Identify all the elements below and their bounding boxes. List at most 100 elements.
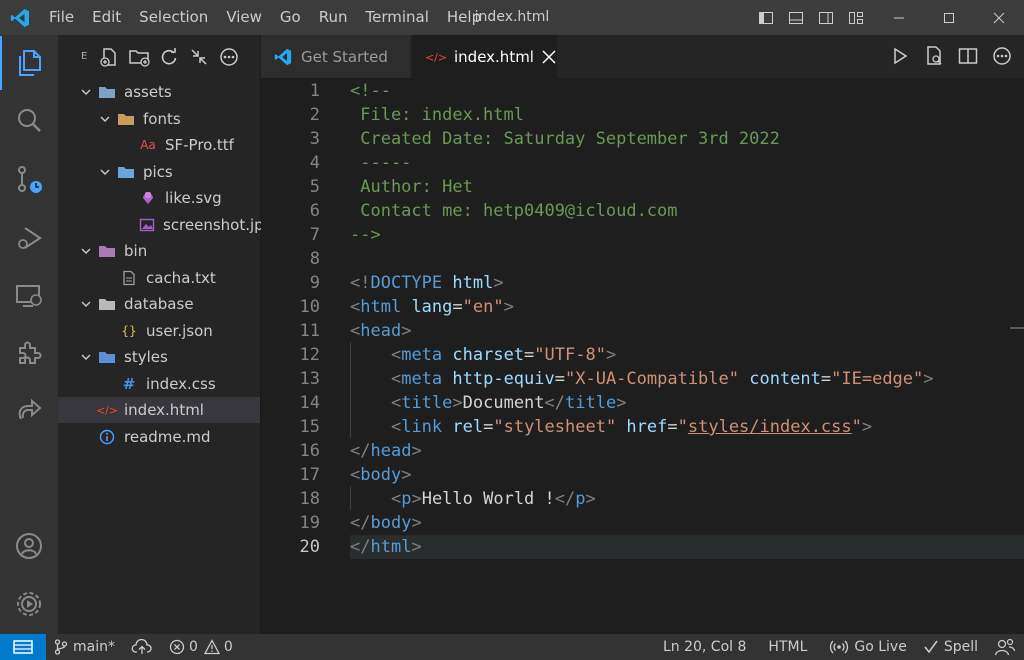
close-window-icon[interactable]	[974, 0, 1024, 35]
customize-layout-icon[interactable]	[844, 0, 868, 35]
branch-status[interactable]: main*	[46, 634, 123, 660]
cursor-position[interactable]: Ln 20, Col 8	[655, 634, 760, 660]
warning-count: 0	[223, 639, 233, 655]
line-number: 9	[309, 273, 320, 293]
menu-go[interactable]: Go	[271, 0, 310, 35]
tree-item-label: assets	[124, 83, 172, 101]
extensions-icon[interactable]	[0, 326, 58, 380]
code-editor[interactable]: 1 <!-- 2 File: index.html 3 Created Date: S…	[261, 78, 1024, 634]
css-file-icon: #	[122, 374, 136, 393]
split-editor-icon[interactable]	[956, 44, 980, 68]
code-token: >	[923, 369, 934, 389]
overview-ruler-mark	[1010, 327, 1024, 329]
file-item[interactable]: Aa SF-Pro.ttf	[58, 132, 260, 158]
file-item[interactable]: cacha.txt	[58, 265, 260, 291]
search-icon[interactable]	[0, 94, 58, 148]
code-token: -----	[350, 153, 412, 173]
chevron-down-icon[interactable]	[78, 349, 94, 365]
folder-item[interactable]: styles	[58, 344, 260, 370]
open-preview-icon[interactable]	[922, 44, 946, 68]
folder-item[interactable]: pics	[58, 159, 260, 185]
go-live-button[interactable]: Go Live	[821, 634, 914, 660]
file-item[interactable]: screenshot.jpeg	[58, 212, 282, 238]
tab-index-html[interactable]: </> index.html	[412, 35, 557, 78]
menu-terminal[interactable]: Terminal	[357, 0, 438, 35]
toggle-panel-icon[interactable]	[784, 0, 808, 35]
menu-selection[interactable]: Selection	[130, 0, 217, 35]
folder-item[interactable]: database	[58, 291, 260, 317]
chevron-down-icon[interactable]	[78, 296, 94, 312]
chevron-down-icon[interactable]	[97, 111, 113, 127]
line-number: 2	[309, 105, 320, 125]
chevron-down-icon[interactable]	[97, 164, 113, 180]
folder-item[interactable]: fonts	[58, 106, 260, 132]
tab-label: index.html	[454, 48, 534, 66]
accounts-status-icon[interactable]	[986, 634, 1024, 660]
spell-check-button[interactable]: Spell	[915, 634, 986, 660]
editor-more-actions-icon[interactable]	[990, 44, 1014, 68]
new-file-icon[interactable]	[98, 45, 120, 69]
run-icon[interactable]	[888, 44, 912, 68]
file-item[interactable]: # index.css	[58, 371, 260, 397]
code-token: >	[503, 297, 514, 317]
menu-file[interactable]: File	[40, 0, 83, 35]
explorer-icon[interactable]	[0, 36, 58, 90]
tab-get-started[interactable]: Get Started	[261, 35, 410, 78]
error-count: 0	[188, 639, 198, 655]
code-token: >	[411, 489, 422, 509]
code-line: </body>	[350, 511, 422, 535]
chevron-down-icon[interactable]	[78, 84, 94, 100]
problems-status[interactable]: 0 0	[161, 634, 241, 660]
close-tab-icon[interactable]	[542, 47, 557, 67]
folder-item[interactable]: bin	[58, 238, 260, 264]
editor-actions	[888, 44, 1014, 68]
toggle-secondary-sidebar-icon[interactable]	[814, 0, 838, 35]
code-token: p	[401, 489, 412, 509]
file-item[interactable]: like.svg	[58, 185, 260, 211]
code-token: html	[370, 537, 412, 557]
folder-item[interactable]: assets	[58, 79, 260, 105]
title-bar: File Edit Selection View Go Run Terminal…	[0, 0, 1024, 35]
code-token: >	[411, 513, 422, 533]
code-line: </html>	[350, 535, 422, 559]
code-token: </	[350, 441, 371, 461]
sync-status[interactable]	[123, 634, 161, 660]
code-token: meta	[401, 369, 443, 389]
remote-explorer-icon[interactable]	[0, 269, 58, 323]
settings-gear-icon[interactable]	[0, 577, 58, 631]
line-number: 13	[299, 369, 320, 389]
remote-indicator-icon[interactable]	[0, 634, 46, 660]
code-line: <!--	[350, 79, 391, 103]
tree-item-label: user.json	[146, 321, 213, 340]
account-icon[interactable]	[0, 519, 58, 573]
file-item[interactable]: readme.md	[58, 424, 260, 450]
check-icon	[923, 639, 939, 655]
menu-run[interactable]: Run	[310, 0, 357, 35]
code-token: >	[493, 273, 504, 293]
refresh-icon[interactable]	[158, 45, 180, 69]
svg-file-icon	[139, 189, 157, 207]
source-control-icon[interactable]	[0, 153, 58, 207]
more-actions-icon[interactable]	[218, 45, 240, 69]
broadcast-icon	[829, 639, 849, 655]
new-folder-icon[interactable]	[128, 45, 150, 69]
menu-edit[interactable]: Edit	[83, 0, 130, 35]
live-share-icon[interactable]	[0, 383, 58, 437]
code-line: <body>	[350, 463, 411, 487]
file-item[interactable]: </> index.html	[58, 397, 260, 423]
menu-view[interactable]: View	[217, 0, 271, 35]
minimize-icon[interactable]	[874, 0, 924, 35]
code-token: html	[360, 297, 402, 317]
code-token: "stylesheet"	[493, 417, 617, 437]
menu-help[interactable]: Help	[438, 0, 490, 35]
language-mode[interactable]: HTML	[760, 634, 821, 660]
maximize-icon[interactable]	[924, 0, 974, 35]
go-live-label: Go Live	[854, 639, 907, 655]
collapse-all-icon[interactable]	[188, 45, 210, 69]
toggle-primary-sidebar-icon[interactable]	[754, 0, 778, 35]
run-debug-icon[interactable]	[0, 211, 58, 265]
line-number: 20	[299, 537, 320, 557]
title-controls	[754, 0, 1024, 35]
chevron-down-icon[interactable]	[78, 243, 94, 259]
file-item[interactable]: {} user.json	[58, 318, 260, 344]
